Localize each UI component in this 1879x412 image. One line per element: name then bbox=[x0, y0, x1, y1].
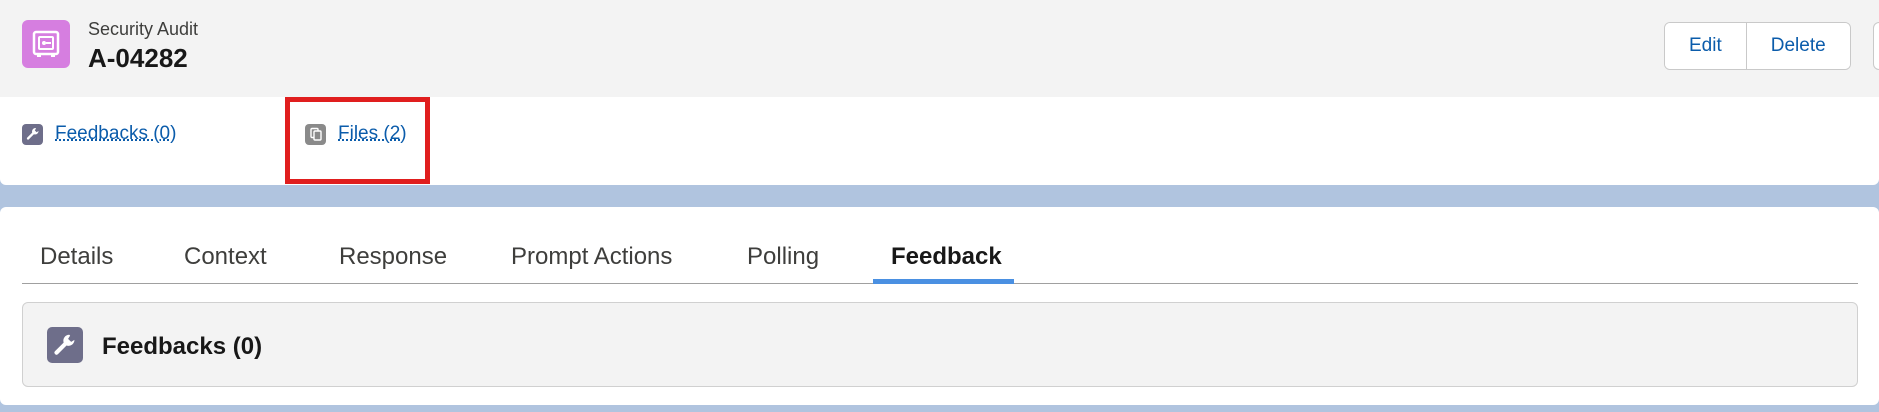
edit-button[interactable]: Edit bbox=[1665, 23, 1746, 69]
delete-button[interactable]: Delete bbox=[1745, 23, 1850, 69]
related-links-strip: Feedbacks (0) Files (2) bbox=[0, 97, 1879, 185]
tab-bar: Details Context Response Prompt Actions … bbox=[22, 207, 1858, 284]
tab-details[interactable]: Details bbox=[40, 243, 113, 271]
tabs-card: Details Context Response Prompt Actions … bbox=[0, 207, 1879, 405]
tab-prompt-actions[interactable]: Prompt Actions bbox=[511, 243, 672, 271]
related-link-feedbacks-label: Feedbacks (0) bbox=[55, 123, 177, 144]
tab-context[interactable]: Context bbox=[184, 243, 267, 271]
tab-response[interactable]: Response bbox=[339, 243, 447, 271]
feedbacks-related-list: Feedbacks (0) bbox=[22, 302, 1858, 387]
tab-polling[interactable]: Polling bbox=[747, 243, 819, 271]
record-title: A-04282 bbox=[88, 43, 188, 73]
related-link-feedbacks[interactable]: Feedbacks (0) bbox=[22, 123, 176, 145]
safe-icon bbox=[22, 20, 70, 68]
record-type-label: Security Audit bbox=[88, 19, 199, 39]
wrench-icon bbox=[22, 123, 43, 145]
record-page: Security Audit A-04282 Edit Delete Feedb… bbox=[0, 0, 1879, 412]
related-link-files-label: Files (2) bbox=[338, 123, 407, 144]
file-icon bbox=[305, 123, 326, 145]
wrench-icon bbox=[47, 327, 83, 363]
record-actions: Edit Delete bbox=[1664, 22, 1851, 70]
more-actions-button[interactable] bbox=[1873, 22, 1879, 70]
active-tab-indicator bbox=[873, 279, 1014, 284]
record-header: Security Audit A-04282 Edit Delete bbox=[0, 0, 1879, 97]
related-link-files[interactable]: Files (2) bbox=[305, 123, 407, 145]
feedbacks-list-title[interactable]: Feedbacks (0) bbox=[102, 333, 262, 361]
tab-feedback[interactable]: Feedback bbox=[891, 243, 1002, 271]
